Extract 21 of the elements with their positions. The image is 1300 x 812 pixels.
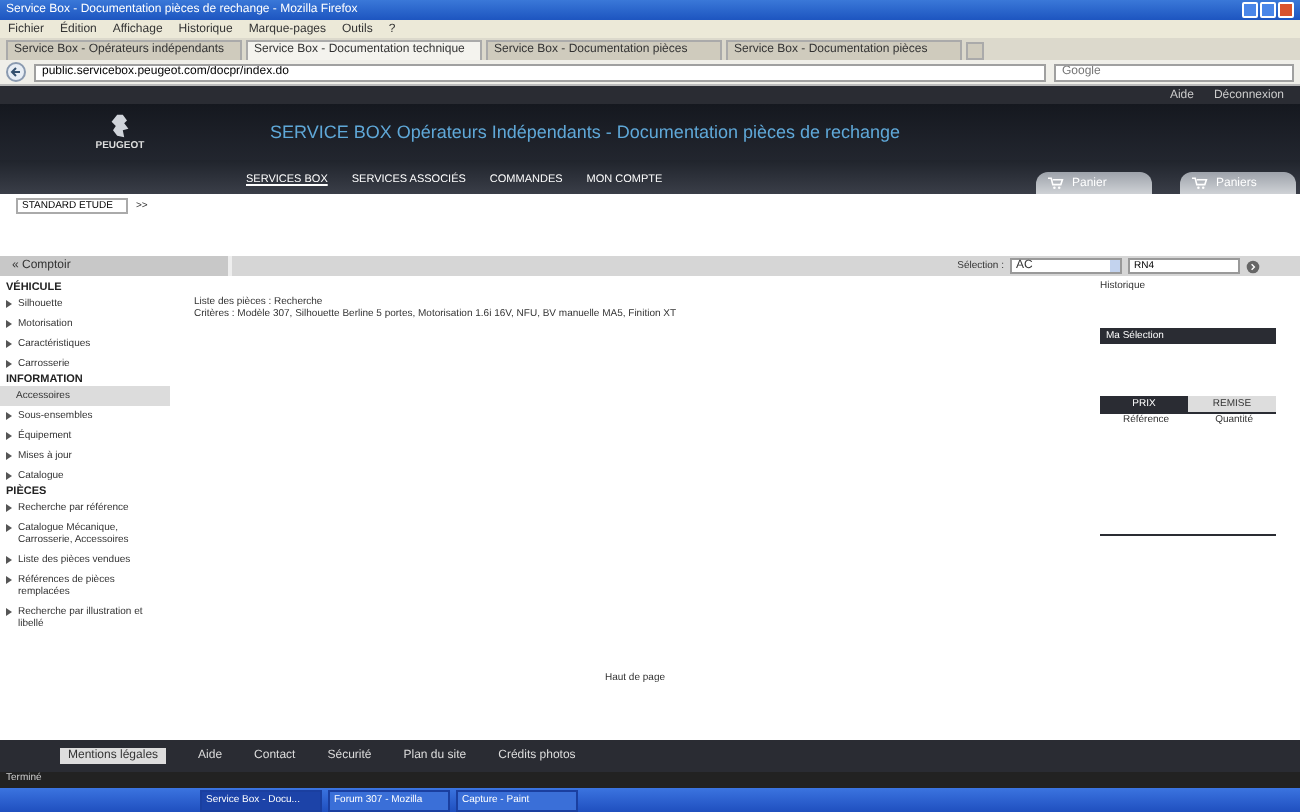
triangle-icon [6,608,12,616]
triangle-icon [6,360,12,368]
triangle-icon [6,300,12,308]
cart-icon [1192,176,1208,190]
triangle-icon [6,472,12,480]
minimize-button[interactable] [1242,2,1258,18]
triangle-icon [6,320,12,328]
triangle-icon [6,412,12,420]
go-icon[interactable] [1246,259,1260,273]
triangle-icon [6,340,12,348]
cart-icon [1048,176,1064,190]
triangle-icon [6,556,12,564]
triangle-icon [6,524,12,532]
close-button[interactable] [1278,2,1294,18]
triangle-icon [6,576,12,584]
maximize-button[interactable] [1260,2,1276,18]
back-arrow-icon[interactable] [6,62,26,82]
triangle-icon [6,452,12,460]
triangle-icon [6,504,12,512]
triangle-icon [6,432,12,440]
site-title: SERVICE BOX Opérateurs Indépendants - Documentation pièces de rechange [270,122,901,142]
